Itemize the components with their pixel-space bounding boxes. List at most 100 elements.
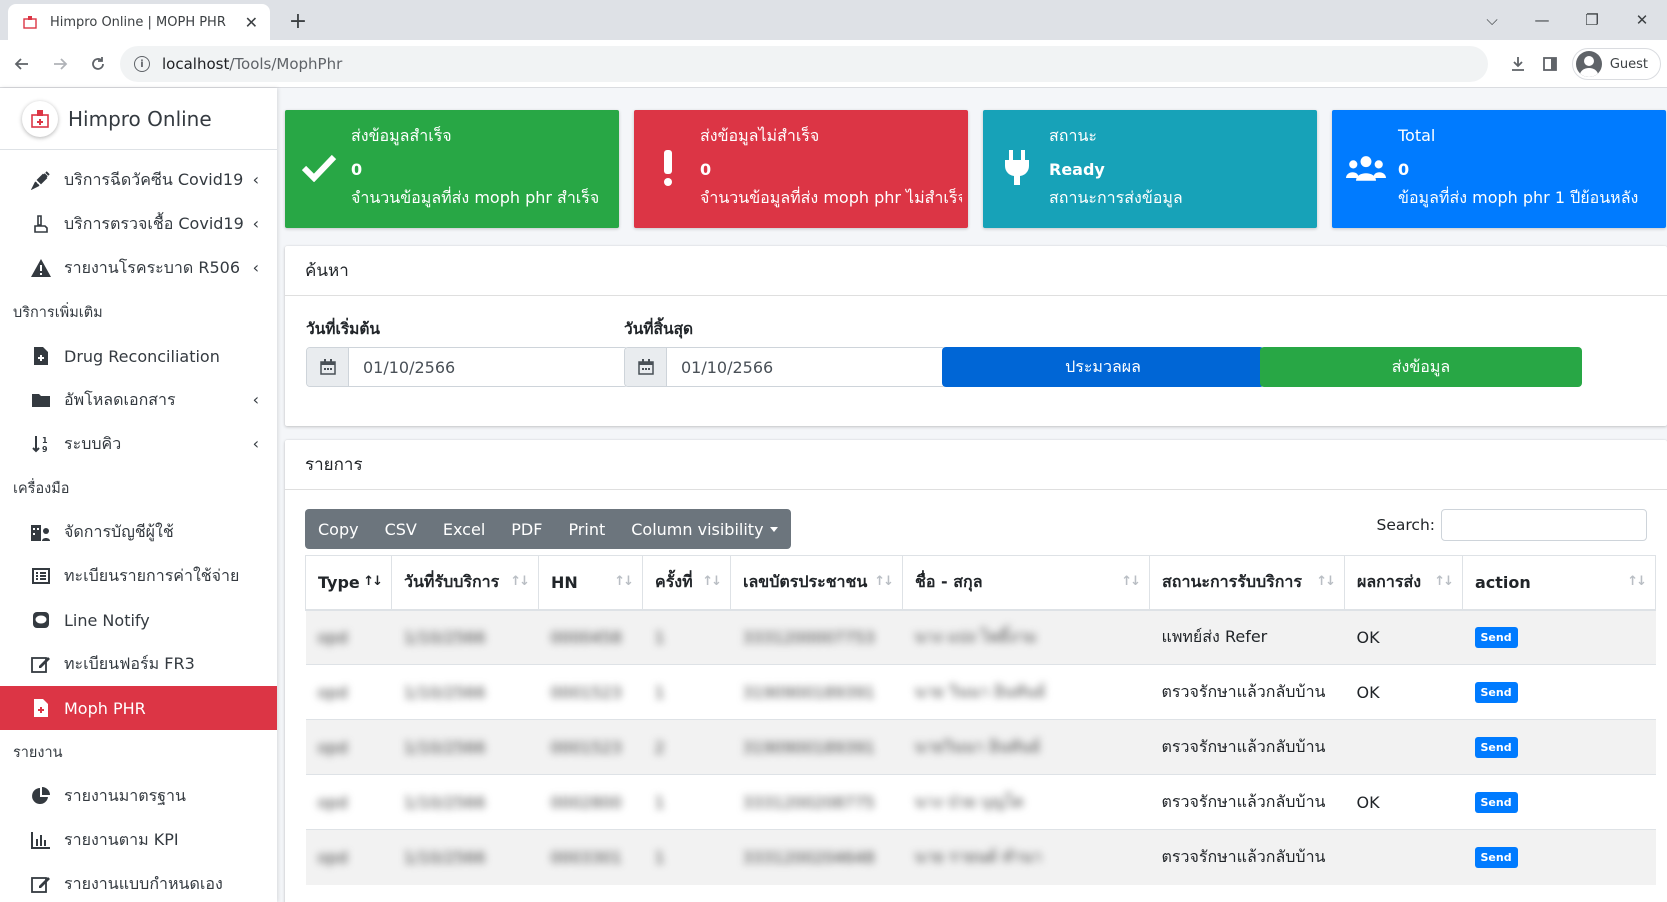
folder-icon bbox=[30, 389, 52, 411]
print-button[interactable]: Print bbox=[555, 509, 618, 549]
profile-button[interactable]: Guest bbox=[1571, 48, 1661, 80]
table-search-input[interactable] bbox=[1441, 509, 1647, 541]
result-cell bbox=[1344, 829, 1463, 885]
window-close-icon[interactable]: ✕ bbox=[1617, 11, 1667, 29]
start-date-label: วันที่เริ่มต้น bbox=[306, 320, 381, 338]
syringe-icon bbox=[30, 169, 52, 191]
sidebar-item-custom-report[interactable]: รายงานแบบกำหนดเอง bbox=[0, 862, 277, 902]
start-date-input[interactable] bbox=[349, 348, 627, 386]
end-date-input[interactable] bbox=[667, 348, 945, 386]
sort-numeric-icon: 19 bbox=[30, 433, 52, 455]
new-tab-button[interactable]: + bbox=[285, 8, 311, 34]
sidebar-item-queue[interactable]: 19 ระบบคิว ‹ bbox=[0, 422, 277, 466]
sidebar-header-extra: บริการเพิ่มเติม bbox=[13, 304, 103, 321]
sidebar-item-label: ทะเบียนฟอร์ม FR3 bbox=[64, 653, 195, 673]
status-cell: ตรวจรักษาแล้วกลับบ้าน bbox=[1149, 774, 1345, 830]
sidebar-item-label: ระบบคิว bbox=[64, 433, 122, 453]
send-row-button[interactable]: Send bbox=[1474, 847, 1518, 869]
edit-icon bbox=[30, 873, 52, 895]
tab-close-icon[interactable]: ✕ bbox=[245, 13, 258, 32]
column-header-cid[interactable]: เลขบัตรประชาชน ↑↓ bbox=[730, 555, 903, 611]
column-header-name[interactable]: ชื่อ - สกุล ↑↓ bbox=[902, 555, 1150, 611]
csv-button[interactable]: CSV bbox=[372, 509, 430, 549]
sidebar-item-covid-test[interactable]: บริการตรวจเชื้อ Covid19 ‹ bbox=[0, 202, 277, 246]
browser-tab[interactable]: Himpro Online | MOPH PHR ✕ bbox=[8, 4, 270, 40]
side-panel-icon[interactable] bbox=[1534, 48, 1566, 80]
send-row-button[interactable]: Send bbox=[1474, 792, 1518, 813]
column-header-type[interactable]: Type ↑↓ bbox=[305, 555, 392, 611]
sidebar-item-standard-report[interactable]: รายงานมาตรฐาน bbox=[0, 774, 277, 818]
restore-icon[interactable]: ❐ bbox=[1567, 11, 1617, 29]
result-cell bbox=[1344, 719, 1463, 775]
copy-button[interactable]: Copy bbox=[305, 509, 372, 549]
column-header-date[interactable]: วันที่รับบริการ ↑↓ bbox=[391, 555, 539, 611]
edit-icon bbox=[30, 653, 52, 675]
sidebar-item-r506[interactable]: รายงานโรคระบาด R506 ‹ bbox=[0, 246, 277, 290]
himpro-logo-icon bbox=[22, 100, 58, 137]
sort-icon: ↑↓ bbox=[614, 574, 634, 589]
browser-tabstrip: Himpro Online | MOPH PHR ✕ + ⌵ — ❐ ✕ bbox=[0, 0, 1667, 40]
forward-icon[interactable] bbox=[44, 48, 76, 80]
end-date-label: วันที่สิ้นสุด bbox=[624, 320, 694, 338]
sidebar-item-moph-phr[interactable]: Moph PHR bbox=[0, 686, 277, 730]
sort-asc-icon: ↑↓ bbox=[363, 574, 383, 589]
sidebar-item-label: รายงานโรคระบาด R506 bbox=[64, 257, 241, 277]
process-button[interactable]: ประมวลผล bbox=[942, 347, 1264, 387]
send-row-button[interactable]: Send bbox=[1474, 682, 1518, 703]
sidebar-item-upload[interactable]: อัพโหลดเอกสาร ‹ bbox=[0, 378, 277, 422]
sidebar-item-label: Drug Reconciliation bbox=[64, 346, 220, 366]
column-header-hn[interactable]: HN ↑↓ bbox=[538, 555, 643, 611]
reload-icon[interactable] bbox=[82, 48, 114, 80]
tab-search-icon[interactable]: ⌵ bbox=[1467, 11, 1517, 29]
sidebar-item-expense-list[interactable]: ทะเบียนรายการค่าใช้จ่าย bbox=[0, 554, 277, 598]
sidebar-item-label: Line Notify bbox=[64, 610, 150, 630]
svg-text:1: 1 bbox=[42, 436, 48, 445]
sort-icon: ↑↓ bbox=[510, 574, 530, 589]
sidebar-item-fr3[interactable]: ทะเบียนฟอร์ม FR3 bbox=[0, 642, 277, 686]
result-cell: OK bbox=[1344, 774, 1463, 830]
end-date-group bbox=[624, 347, 946, 387]
site-info-icon[interactable]: i bbox=[134, 56, 150, 72]
column-header-status[interactable]: สถานะการรับบริการ ↑↓ bbox=[1149, 555, 1345, 611]
download-icon[interactable] bbox=[1502, 48, 1534, 80]
datatable-buttons: Copy CSV Excel PDF Print Column visibili… bbox=[305, 509, 791, 549]
sidebar-item-drug-reconciliation[interactable]: Drug Reconciliation bbox=[0, 334, 277, 378]
sidebar-item-label: จัดการบัญชีผู้ใช้ bbox=[64, 521, 174, 541]
sidebar-item-label: รายงานมาตรฐาน bbox=[64, 785, 186, 805]
result-cell: OK bbox=[1344, 664, 1463, 720]
sort-icon: ↑↓ bbox=[874, 574, 894, 589]
column-header-result[interactable]: ผลการส่ง ↑↓ bbox=[1344, 555, 1463, 611]
pdf-button[interactable]: PDF bbox=[498, 509, 555, 549]
profile-label: Guest bbox=[1609, 56, 1648, 72]
address-bar[interactable]: i localhost/Tools/MophPhr bbox=[120, 46, 1488, 82]
brand[interactable]: Himpro Online bbox=[0, 88, 277, 150]
stat-value: Ready bbox=[1049, 160, 1105, 179]
send-row-button[interactable]: Send bbox=[1474, 737, 1518, 758]
column-header-action[interactable]: action ↑↓ bbox=[1462, 555, 1656, 611]
column-header-visit[interactable]: ครั้งที่ ↑↓ bbox=[642, 555, 731, 611]
back-icon[interactable] bbox=[6, 48, 38, 80]
sidebar-item-covid-vaccine[interactable]: บริการฉีดวัคซีน Covid19 ‹ bbox=[0, 158, 277, 202]
bar-chart-icon bbox=[30, 829, 52, 851]
guest-avatar-icon bbox=[1575, 51, 1602, 77]
stat-box-total: Total 0 ข้อมูลที่ส่ง moph phr 1 ปีย้อนหล… bbox=[1332, 110, 1666, 228]
sort-icon: ↑↓ bbox=[1627, 574, 1647, 589]
search-card-title: ค้นหา bbox=[285, 246, 1667, 296]
chevron-left-icon: ‹ bbox=[252, 170, 259, 189]
excel-button[interactable]: Excel bbox=[430, 509, 498, 549]
sidebar-item-users[interactable]: จัดการบัญชีผู้ใช้ bbox=[0, 510, 277, 554]
toolbar-right: Guest bbox=[1502, 46, 1667, 82]
sort-icon: ↑↓ bbox=[702, 574, 722, 589]
column-visibility-button[interactable]: Column visibility bbox=[618, 509, 790, 549]
calendar-icon[interactable] bbox=[625, 348, 667, 386]
sidebar-item-line-notify[interactable]: Line Notify bbox=[0, 598, 277, 642]
table-row: opd 1/10/2566 0003301 1 3331200204648 นา… bbox=[305, 829, 1656, 885]
send-data-button[interactable]: ส่งข้อมูล bbox=[1260, 347, 1582, 387]
calendar-icon[interactable] bbox=[307, 348, 349, 386]
sidebar-item-label: ทะเบียนรายการค่าใช้จ่าย bbox=[64, 565, 240, 585]
phr-table: Type ↑↓ วันที่รับบริการ ↑↓ HN ↑↓ ครั้งที่ ↑↓… bbox=[305, 555, 1656, 885]
send-row-button[interactable]: Send bbox=[1474, 627, 1518, 649]
sidebar-item-kpi-report[interactable]: รายงานตาม KPI bbox=[0, 818, 277, 862]
minimize-icon[interactable]: — bbox=[1517, 11, 1567, 29]
stat-title: สถานะ bbox=[1049, 126, 1097, 145]
